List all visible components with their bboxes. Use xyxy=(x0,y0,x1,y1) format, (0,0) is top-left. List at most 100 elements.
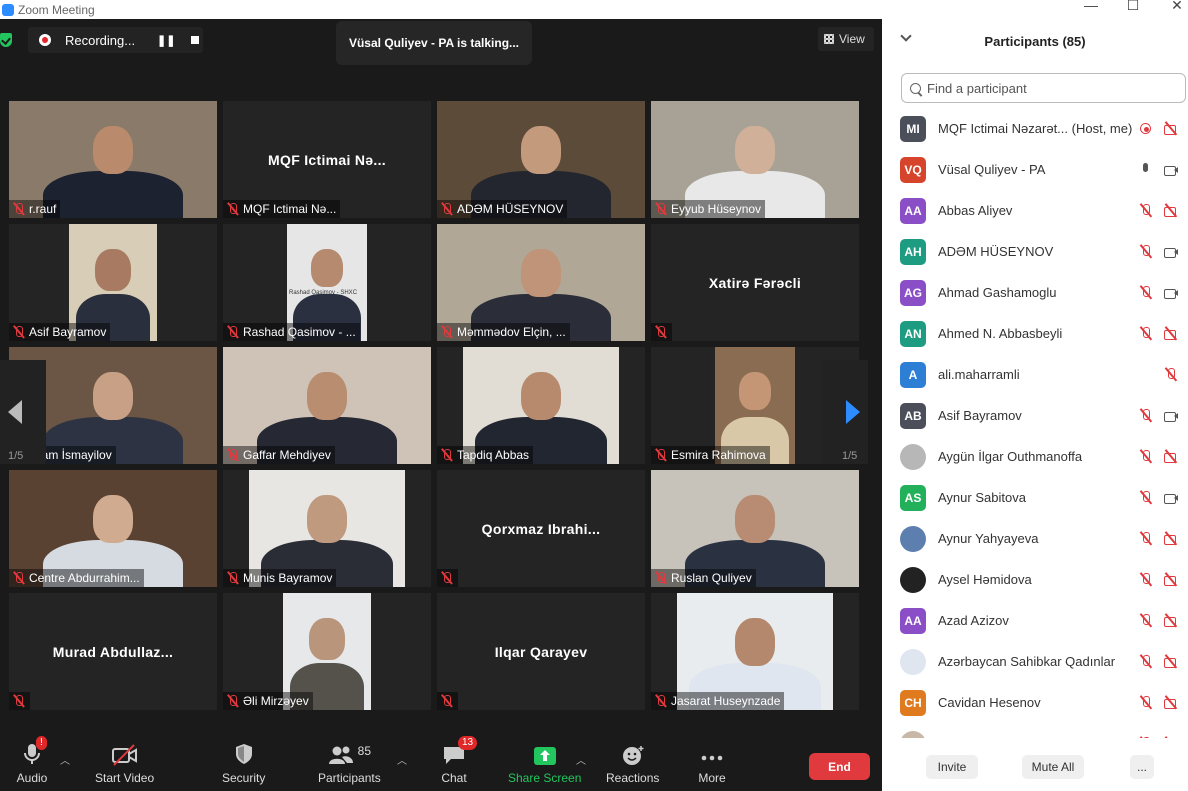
participant-row[interactable]: AB Asif Bayramov xyxy=(882,395,1188,436)
mic-muted-icon xyxy=(1163,367,1178,382)
meeting-toolbar: ! Audio ︿ Start Video Security 85 Partic… xyxy=(0,736,882,791)
search-input[interactable] xyxy=(927,80,1167,96)
video-off-icon xyxy=(1163,531,1178,546)
video-tile[interactable]: Jasarat Huseynzade xyxy=(651,593,859,710)
view-label: View xyxy=(839,32,865,46)
video-tile[interactable]: Xatirə Fərəcli xyxy=(651,224,859,341)
participants-options-chevron-icon[interactable]: ︿ xyxy=(397,752,407,767)
participant-row[interactable]: Centre Abdurrahim Haqverdi... xyxy=(882,723,1188,738)
participant-row[interactable]: AG Ahmad Gashamoglu xyxy=(882,272,1188,313)
video-tile[interactable]: Eyyub Hüseynov xyxy=(651,101,859,218)
participant-name: ADƏM HÜSEYNOV xyxy=(938,244,1054,259)
video-tile[interactable]: Ilqar Qarayev xyxy=(437,593,645,710)
video-tile[interactable]: ADƏM HÜSEYNOV xyxy=(437,101,645,218)
avatar: AN xyxy=(900,320,926,347)
minimize-icon[interactable]: — xyxy=(1080,0,1102,13)
participant-row[interactable]: Aysel Həmidova xyxy=(882,559,1188,600)
arrow-left-icon xyxy=(8,400,22,424)
tile-name-bar: Asif Bayramov xyxy=(9,323,111,341)
video-tile[interactable]: Rashad Qasimov - SHXC Rashad Qasimov - ..… xyxy=(223,224,431,341)
window-title: Zoom Meeting xyxy=(18,2,95,17)
participant-status-icons xyxy=(1138,695,1178,710)
participant-row[interactable]: Aygün İlgar Outhmanoffa xyxy=(882,436,1188,477)
participant-row[interactable]: Azərbaycan Sahibkar Qadınlar xyxy=(882,641,1188,682)
video-tile[interactable]: Murad Abdullaz... xyxy=(9,593,217,710)
close-icon[interactable]: ✕ xyxy=(1166,0,1188,14)
participant-status-icons xyxy=(1138,326,1178,341)
reactions-button[interactable]: Reactions xyxy=(606,736,659,791)
audio-options-chevron-icon[interactable]: ︿ xyxy=(60,752,70,767)
participants-header: Participants (85) xyxy=(882,29,1188,53)
start-video-button[interactable]: Start Video xyxy=(95,736,154,791)
participants-button[interactable]: 85 Participants xyxy=(318,736,381,791)
participant-name: Centre Abdurrahim Haqverdi... xyxy=(938,736,1114,738)
video-tile[interactable]: MQF Ictimai Nə... MQF Ictimai Nə... xyxy=(223,101,431,218)
participant-name: Asif Bayramov xyxy=(938,408,1022,423)
search-icon xyxy=(910,82,921,94)
view-button[interactable]: View xyxy=(818,27,874,51)
panel-more-button[interactable]: ... xyxy=(1130,755,1154,779)
participant-row[interactable]: AA Abbas Aliyev xyxy=(882,190,1188,231)
more-button[interactable]: More xyxy=(692,736,732,791)
avatar: AS xyxy=(900,484,926,511)
participants-icon: 85 xyxy=(318,736,380,766)
share-options-chevron-icon[interactable]: ︿ xyxy=(576,752,586,767)
participant-status-icons xyxy=(1138,736,1178,738)
participant-display-name: Murad Abdullaz... xyxy=(52,643,174,660)
participant-display-name: Ilqar Qarayev xyxy=(494,643,588,660)
encryption-shield-icon[interactable] xyxy=(0,33,12,47)
video-tile[interactable]: Gaffar Mehdiyev xyxy=(223,347,431,464)
maximize-icon[interactable]: ☐ xyxy=(1122,0,1144,14)
participant-row[interactable]: AN Ahmed N. Abbasbeyli xyxy=(882,313,1188,354)
person-head xyxy=(95,249,131,292)
participant-row[interactable]: MI MQF Ictimai Nəzarət... (Host, me) xyxy=(882,108,1188,149)
mute-all-button[interactable]: Mute All xyxy=(1022,755,1084,779)
avatar: MI xyxy=(900,115,926,142)
participant-row[interactable]: AH ADƏM HÜSEYNOV xyxy=(882,231,1188,272)
mic-muted-icon xyxy=(12,571,26,585)
stop-recording-icon[interactable] xyxy=(191,36,200,44)
previous-page-button[interactable]: 1/5 xyxy=(0,360,46,464)
video-off-icon xyxy=(1163,449,1178,464)
person-head xyxy=(93,372,133,420)
video-tile[interactable]: r.rauf xyxy=(9,101,217,218)
mic-muted-icon xyxy=(1138,613,1153,628)
video-camera-icon xyxy=(1163,490,1178,505)
video-tile[interactable]: Tapdiq Abbas xyxy=(437,347,645,464)
pause-recording-icon[interactable]: ❚❚ xyxy=(157,34,175,47)
participant-row[interactable]: VQ Vüsal Quliyev - PA xyxy=(882,149,1188,190)
video-tile[interactable]: Centre Abdurrahim... xyxy=(9,470,217,587)
end-meeting-button[interactable]: End xyxy=(809,753,870,780)
participant-row[interactable]: AS Aynur Sabitova xyxy=(882,477,1188,518)
zoom-logo-icon xyxy=(2,3,14,16)
video-tile[interactable]: Məmmədov Elçin, ... xyxy=(437,224,645,341)
chat-button[interactable]: 13 Chat xyxy=(434,736,478,791)
video-tile[interactable]: Əli Mirzəyev xyxy=(223,593,431,710)
participant-name: ali.maharramli xyxy=(938,367,1020,382)
video-tile[interactable]: Ruslan Quliyev xyxy=(651,470,859,587)
person-head xyxy=(93,126,133,174)
tile-participant-name: Jasarat Huseynzade xyxy=(671,694,781,708)
tile-participant-name: Məmmədov Elçin, ... xyxy=(457,325,566,339)
share-screen-button[interactable]: Share Screen xyxy=(508,736,581,791)
participant-search[interactable] xyxy=(901,73,1186,103)
participant-row[interactable]: CH Cavidan Hesenov xyxy=(882,682,1188,723)
video-off-icon xyxy=(1163,203,1178,218)
mic-muted-icon xyxy=(226,571,240,585)
security-button[interactable]: Security xyxy=(222,736,265,791)
video-watermark: Rashad Qasimov - SHXC xyxy=(289,290,358,296)
video-tile[interactable]: Asif Bayramov xyxy=(9,224,217,341)
tile-name-bar: r.rauf xyxy=(9,200,61,218)
video-tile[interactable]: Qorxmaz Ibrahi... xyxy=(437,470,645,587)
participant-row[interactable]: Aynur Yahyayeva xyxy=(882,518,1188,559)
participant-name: Aygün İlgar Outhmanoffa xyxy=(938,449,1083,464)
participant-row[interactable]: AA Azad Azizov xyxy=(882,600,1188,641)
invite-button[interactable]: Invite xyxy=(926,755,978,779)
video-off-icon xyxy=(105,736,145,766)
next-page-button[interactable]: 1/5 xyxy=(822,360,868,464)
audio-button[interactable]: ! Audio xyxy=(12,736,52,791)
tile-name-bar xyxy=(437,692,458,710)
participant-row[interactable]: Aali.maharramli xyxy=(882,354,1188,395)
video-tile[interactable]: Munis Bayramov xyxy=(223,470,431,587)
tile-name-bar: Tapdiq Abbas xyxy=(437,446,534,464)
